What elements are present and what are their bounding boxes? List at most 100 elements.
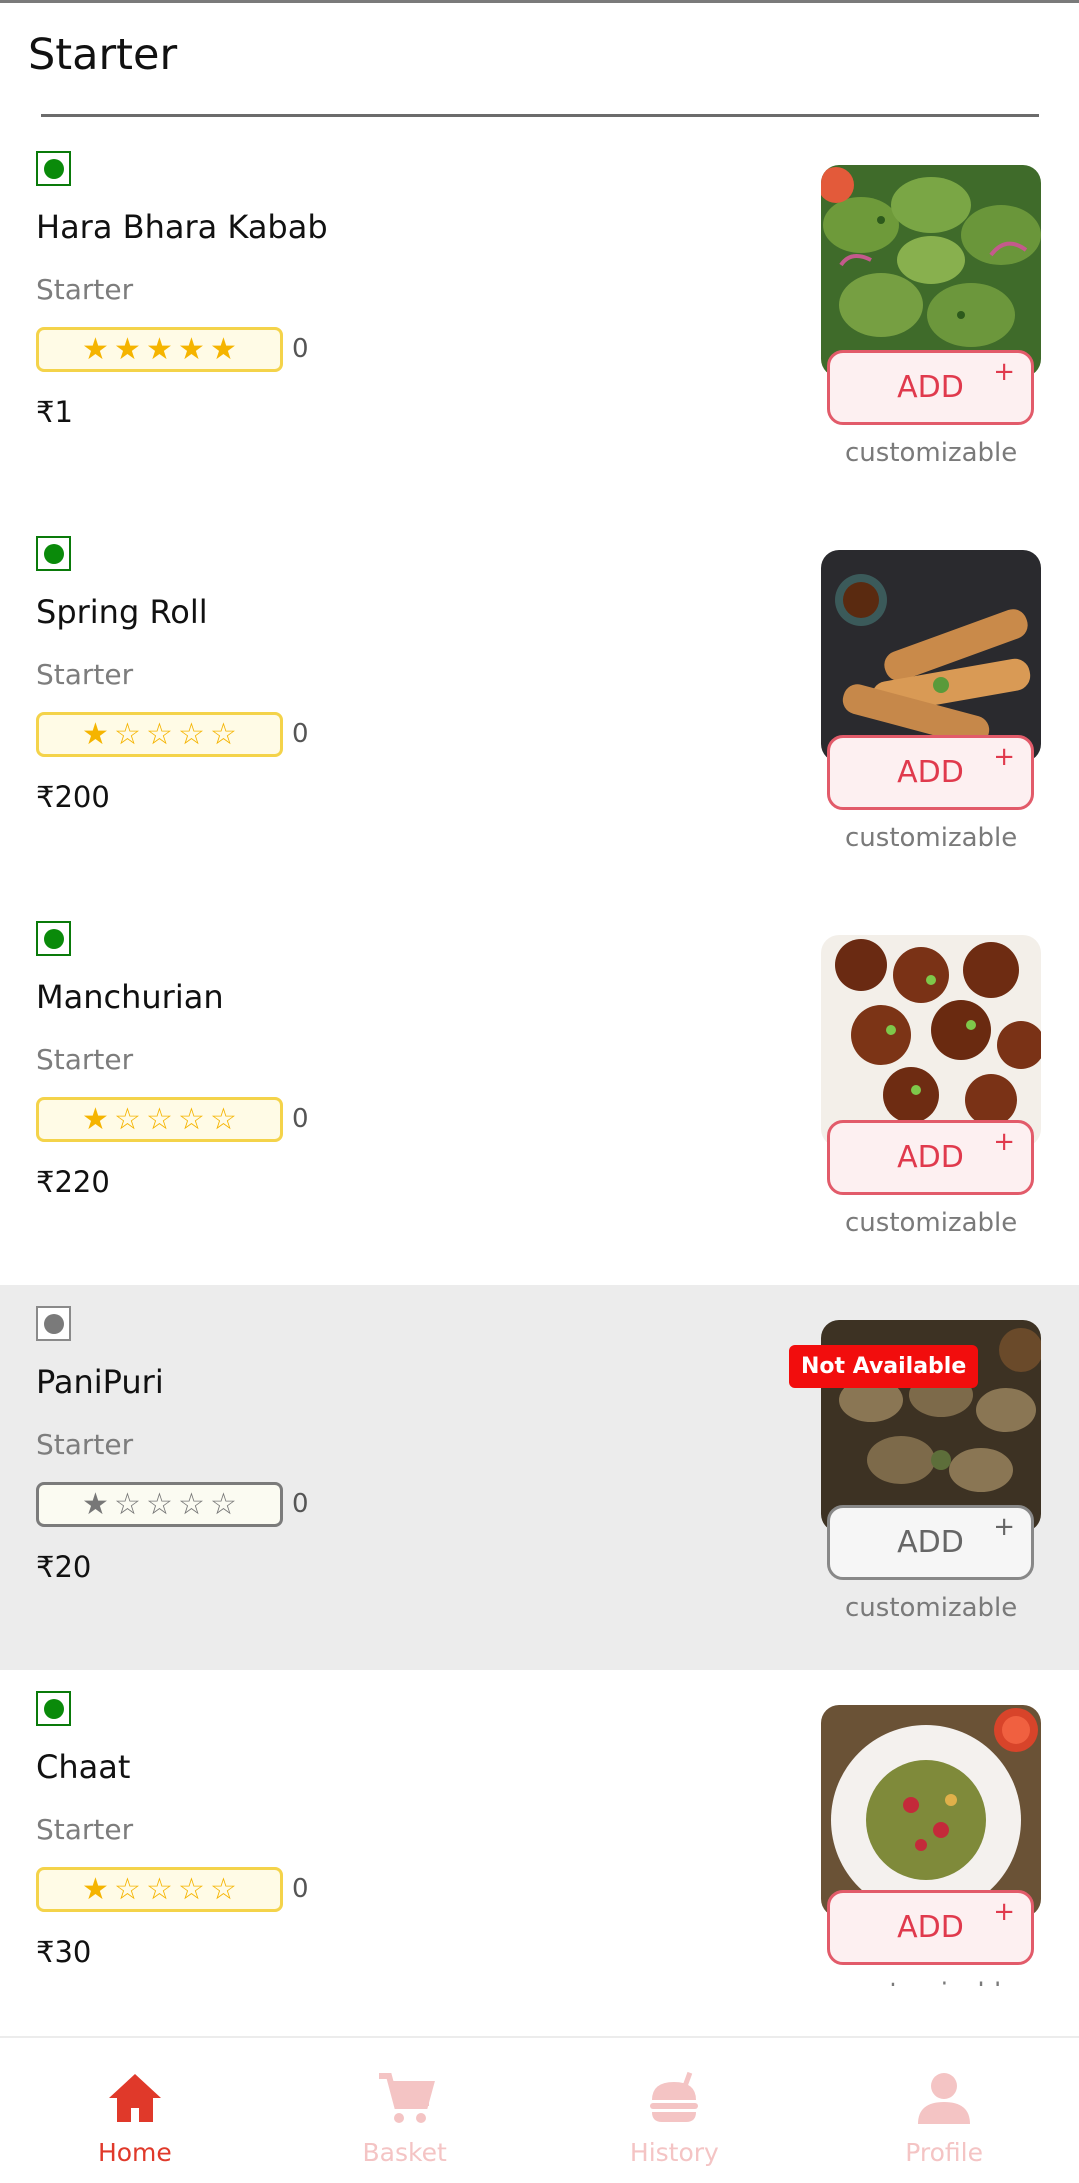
star-empty-icon: ☆ xyxy=(210,1486,237,1522)
star-empty-icon: ☆ xyxy=(178,1871,205,1907)
item-name: Hara Bhara Kabab xyxy=(36,208,328,246)
nav-home-label: Home xyxy=(97,2138,172,2167)
star-filled-icon: ★ xyxy=(114,331,141,367)
item-price: ₹1 xyxy=(36,395,73,429)
menu-item[interactable]: Hara Bhara Kabab Starter ★ ★ ★ ★ ★ 0 ₹1 xyxy=(0,130,1079,515)
menu-item[interactable]: Spring Roll Starter ★ ☆ ☆ ☆ ☆ 0 ₹200 ADD… xyxy=(0,515,1079,900)
star-empty-icon: ☆ xyxy=(146,1101,173,1137)
star-empty-icon: ☆ xyxy=(114,1486,141,1522)
nav-profile-label: Profile xyxy=(905,2138,983,2167)
star-empty-icon: ☆ xyxy=(114,716,141,752)
customizable-label: customizable xyxy=(845,823,1018,853)
rating-stars: ★ ★ ★ ★ ★ xyxy=(36,327,283,372)
item-price: ₹30 xyxy=(36,1935,92,1969)
star-empty-icon: ☆ xyxy=(210,1101,237,1137)
home-icon xyxy=(108,2074,161,2122)
star-empty-icon: ☆ xyxy=(178,1101,205,1137)
customizable-label: customizable xyxy=(845,1208,1018,1238)
rating-count: 0 xyxy=(292,1874,309,1904)
item-name: PaniPuri xyxy=(36,1363,164,1401)
add-button-label: ADD xyxy=(897,1140,964,1175)
item-category: Starter xyxy=(36,658,134,691)
star-empty-icon: ☆ xyxy=(210,716,237,752)
rating-stars: ★ ☆ ☆ ☆ ☆ xyxy=(36,1482,283,1527)
plus-icon: + xyxy=(993,357,1015,387)
history-icon xyxy=(650,2071,699,2122)
profile-icon xyxy=(918,2073,971,2124)
section-divider xyxy=(41,114,1039,117)
item-image xyxy=(821,165,1041,377)
add-button-label: ADD xyxy=(897,370,964,405)
star-filled-icon: ★ xyxy=(146,331,173,367)
customizable-label: customizable xyxy=(845,1978,1017,1986)
nav-home[interactable]: Home xyxy=(0,2038,270,2183)
nav-basket-label: Basket xyxy=(362,2138,447,2167)
rating-count: 0 xyxy=(292,334,309,364)
star-empty-icon: ☆ xyxy=(146,716,173,752)
plus-icon: + xyxy=(993,1897,1015,1927)
item-category: Starter xyxy=(36,273,134,306)
plus-icon: + xyxy=(993,1127,1015,1157)
add-button[interactable]: ADD + xyxy=(827,1120,1034,1195)
item-category: Starter xyxy=(36,1428,134,1461)
star-filled-icon: ★ xyxy=(82,1871,109,1907)
nav-history[interactable]: History xyxy=(540,2038,810,2183)
customizable-label: customizable xyxy=(845,1593,1018,1623)
star-empty-icon: ☆ xyxy=(146,1486,173,1522)
add-button-label: ADD xyxy=(897,755,964,790)
item-price: ₹220 xyxy=(36,1165,110,1199)
item-category: Starter xyxy=(36,1813,134,1846)
item-name: Chaat xyxy=(36,1748,131,1786)
nav-profile[interactable]: Profile xyxy=(809,2038,1079,2183)
status-divider xyxy=(0,0,1079,3)
item-category: Starter xyxy=(36,1043,134,1076)
veg-indicator-icon xyxy=(36,536,71,571)
bottom-navigation: Home Basket History Profile xyxy=(0,2036,1079,2183)
star-filled-icon: ★ xyxy=(82,331,109,367)
item-image xyxy=(821,935,1041,1147)
rating-stars: ★ ☆ ☆ ☆ ☆ xyxy=(36,712,283,757)
veg-indicator-icon xyxy=(36,1691,71,1726)
star-empty-icon: ☆ xyxy=(178,716,205,752)
item-image xyxy=(821,1705,1041,1917)
not-available-badge: Not Available xyxy=(789,1345,979,1388)
item-name: Spring Roll xyxy=(36,593,208,631)
add-button-label: ADD xyxy=(897,1525,964,1560)
rating-stars: ★ ☆ ☆ ☆ ☆ xyxy=(36,1867,283,1912)
star-filled-icon: ★ xyxy=(82,716,109,752)
nav-history-label: History xyxy=(629,2138,719,2167)
plus-icon: + xyxy=(993,1512,1015,1542)
menu-item[interactable]: Manchurian Starter ★ ☆ ☆ ☆ ☆ 0 ₹220 ADD … xyxy=(0,900,1079,1285)
section-title: Starter xyxy=(28,30,178,80)
add-button[interactable]: ADD + xyxy=(827,1890,1034,1965)
rating-count: 0 xyxy=(292,719,309,749)
menu-item[interactable]: PaniPuri Starter ★ ☆ ☆ ☆ ☆ 0 ₹20 Not Ava… xyxy=(0,1285,1079,1670)
star-empty-icon: ☆ xyxy=(146,1871,173,1907)
star-empty-icon: ☆ xyxy=(178,1486,205,1522)
star-filled-icon: ★ xyxy=(178,331,205,367)
star-empty-icon: ☆ xyxy=(114,1101,141,1137)
nav-basket[interactable]: Basket xyxy=(270,2038,540,2183)
cart-icon xyxy=(378,2073,435,2123)
item-price: ₹20 xyxy=(36,1550,92,1584)
star-filled-icon: ★ xyxy=(82,1101,109,1137)
rating-count: 0 xyxy=(292,1489,309,1519)
menu-item[interactable]: Chaat Starter ★ ☆ ☆ ☆ ☆ 0 ₹30 ADD + xyxy=(0,1670,1079,1986)
rating-stars: ★ ☆ ☆ ☆ ☆ xyxy=(36,1097,283,1142)
add-button[interactable]: ADD + xyxy=(827,350,1034,425)
customizable-label: customizable xyxy=(845,438,1018,468)
add-button[interactable]: ADD + xyxy=(827,735,1034,810)
star-empty-icon: ☆ xyxy=(210,1871,237,1907)
veg-indicator-icon xyxy=(36,921,71,956)
star-empty-icon: ☆ xyxy=(114,1871,141,1907)
plus-icon: + xyxy=(993,742,1015,772)
menu-list: Hara Bhara Kabab Starter ★ ★ ★ ★ ★ 0 ₹1 xyxy=(0,130,1079,1986)
rating-count: 0 xyxy=(292,1104,309,1134)
item-price: ₹200 xyxy=(36,780,110,814)
item-name: Manchurian xyxy=(36,978,224,1016)
item-image xyxy=(821,550,1041,762)
veg-indicator-icon xyxy=(36,1306,71,1341)
star-filled-icon: ★ xyxy=(82,1486,109,1522)
add-button[interactable]: ADD + xyxy=(827,1505,1034,1580)
veg-indicator-icon xyxy=(36,151,71,186)
